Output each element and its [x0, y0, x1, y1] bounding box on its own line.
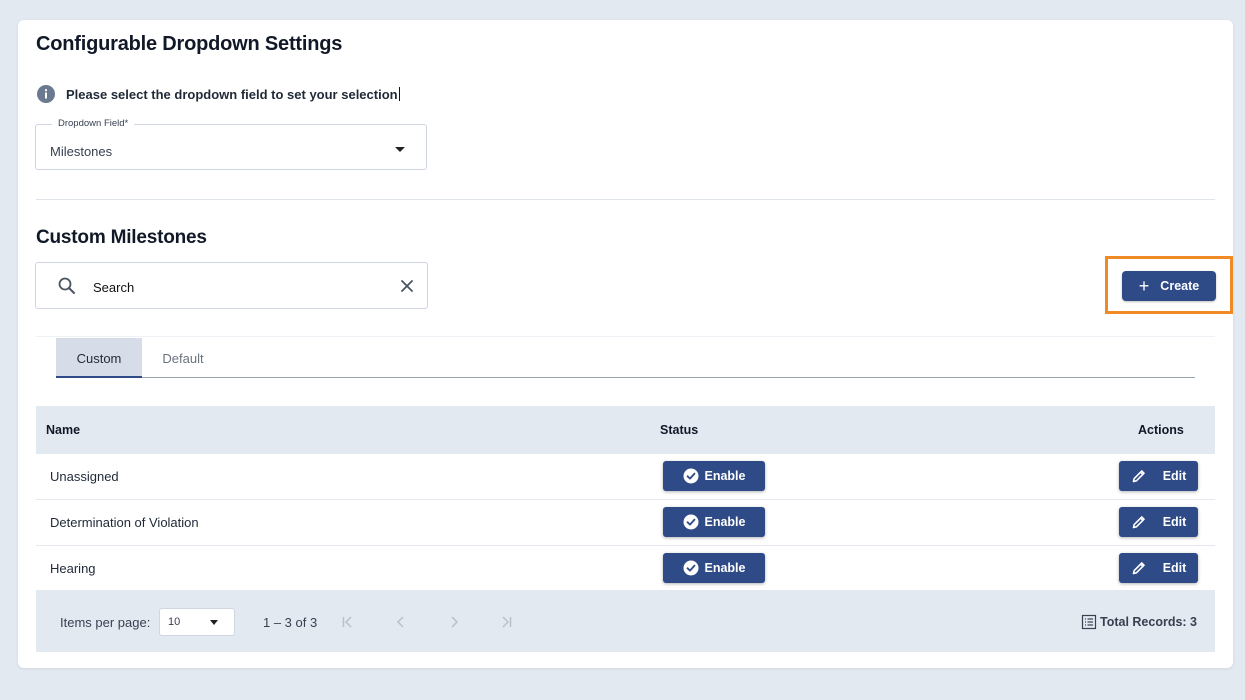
search-input[interactable] [91, 276, 385, 298]
column-header-status: Status [660, 423, 699, 437]
chevron-down-icon [395, 147, 405, 152]
table-row: Unassigned Enable Edit [36, 454, 1215, 500]
enable-button[interactable]: Enable [663, 461, 765, 491]
column-header-actions: Actions [1138, 423, 1184, 437]
check-circle-icon [683, 560, 698, 576]
chevron-down-icon [210, 620, 218, 625]
pencil-icon [1132, 470, 1145, 483]
enable-button[interactable]: Enable [663, 507, 765, 537]
edit-button[interactable]: Edit [1119, 507, 1198, 537]
edit-button-label: Edit [1162, 469, 1187, 483]
check-circle-icon [683, 468, 698, 484]
previous-page-icon[interactable] [393, 614, 409, 630]
next-page-icon[interactable] [446, 614, 462, 630]
pencil-icon [1132, 562, 1145, 575]
section-title: Custom Milestones [36, 227, 207, 248]
items-per-page-label: Items per page: [60, 615, 151, 630]
close-icon[interactable] [399, 278, 415, 294]
plus-icon: + [1138, 276, 1150, 296]
tab-custom[interactable]: Custom [56, 338, 142, 378]
page-size-select[interactable]: 10 [159, 608, 235, 636]
last-page-icon[interactable] [498, 614, 514, 630]
page-title: Configurable Dropdown Settings [36, 33, 343, 55]
page-size-value: 10 [168, 616, 181, 628]
edit-button[interactable]: Edit [1119, 553, 1198, 583]
page-range-label: 1 – 3 of 3 [263, 615, 318, 630]
check-circle-icon [683, 514, 698, 530]
pencil-icon [1132, 516, 1145, 529]
total-records: Total Records: 3 [1081, 614, 1197, 630]
first-page-icon[interactable] [340, 614, 356, 630]
search-icon [58, 277, 75, 294]
edit-button-label: Edit [1162, 515, 1187, 529]
milestone-name: Hearing [50, 561, 96, 576]
table-row: Determination of Violation Enable Edit [36, 500, 1215, 546]
text-cursor [398, 87, 400, 101]
total-records-label: Total Records: 3 [1099, 615, 1197, 629]
search-box [35, 262, 428, 309]
info-icon [37, 85, 55, 103]
list-icon [1081, 614, 1097, 630]
section-divider [36, 199, 1215, 200]
paginator: Items per page: 10 1 – 3 of 3 Total Reco… [36, 590, 1215, 652]
enable-button[interactable]: Enable [663, 553, 765, 583]
edit-button-label: Edit [1162, 561, 1187, 575]
edit-button[interactable]: Edit [1119, 461, 1198, 491]
dropdown-field-value: Milestones [50, 144, 113, 159]
milestone-name: Unassigned [50, 469, 119, 484]
create-button[interactable]: + Create [1122, 271, 1216, 301]
enable-button-label: Enable [704, 515, 746, 529]
dropdown-field-label: Dropdown Field* [52, 118, 135, 129]
column-header-name[interactable]: Name [46, 423, 80, 437]
table-row: Hearing Enable Edit [36, 546, 1215, 591]
milestones-table: Name Status Actions Unassigned Enable Ed… [36, 406, 1215, 591]
info-message: Please select the dropdown field to set … [36, 84, 400, 104]
create-button-label: Create [1160, 279, 1200, 293]
tabs-top-divider [36, 336, 1215, 337]
enable-button-label: Enable [704, 469, 746, 483]
info-text: Please select the dropdown field to set … [66, 86, 398, 102]
tabs-underline [56, 377, 1195, 378]
dropdown-field-select[interactable]: Dropdown Field* Milestones [35, 118, 427, 170]
enable-button-label: Enable [704, 561, 746, 575]
milestone-name: Determination of Violation [50, 515, 199, 530]
tab-default[interactable]: Default [142, 338, 224, 378]
table-header: Name Status Actions [36, 406, 1215, 454]
tab-active-indicator [56, 376, 142, 378]
